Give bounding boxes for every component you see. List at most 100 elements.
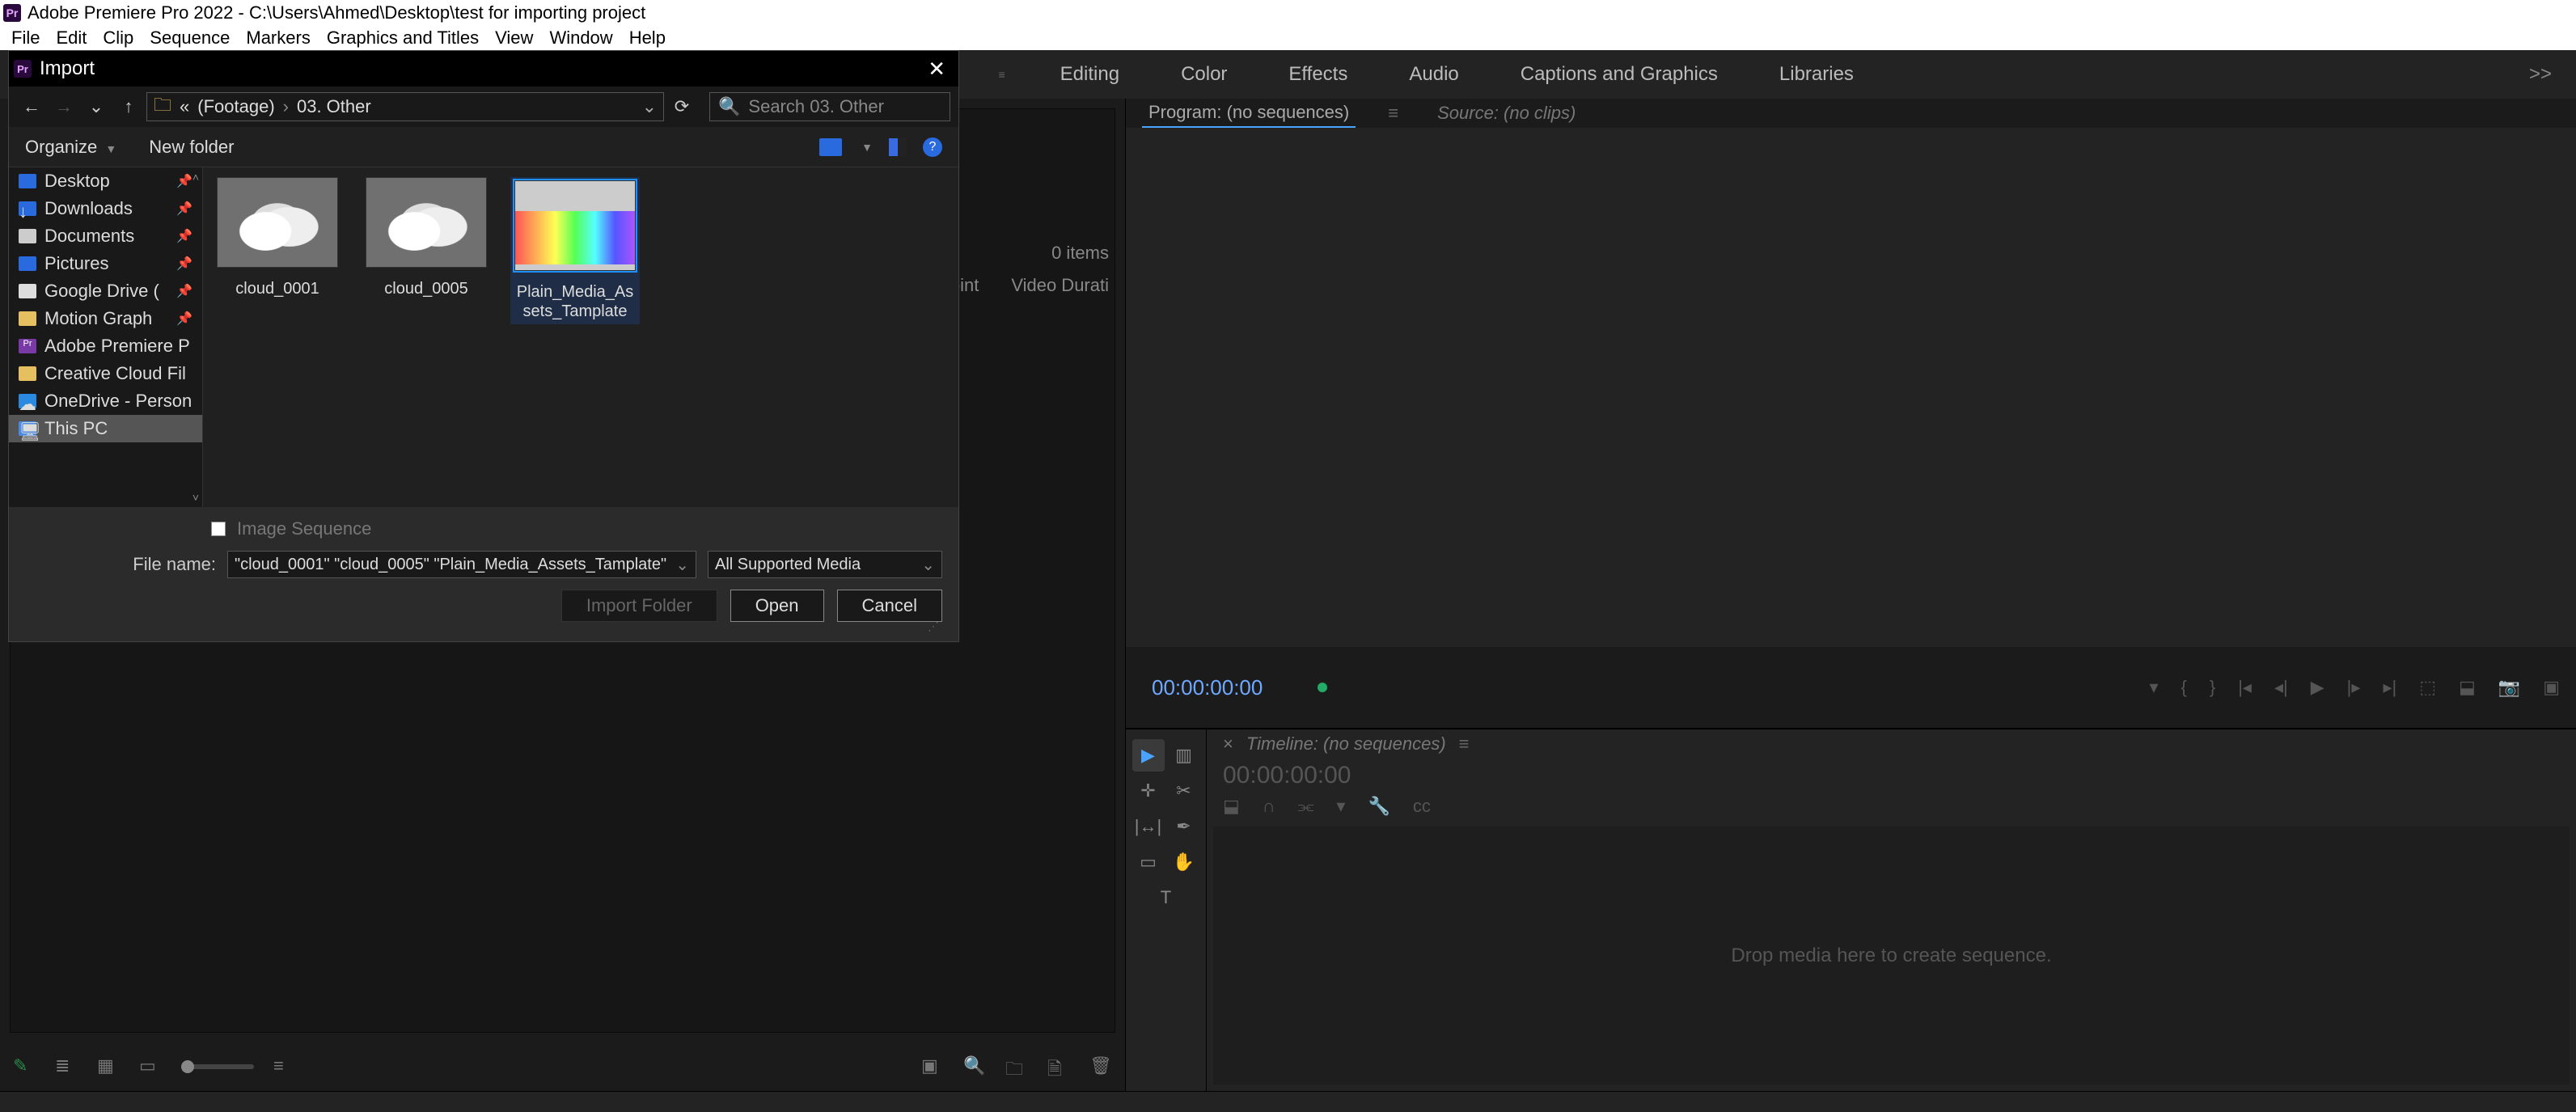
tree-desktop[interactable]: Desktop📌: [9, 167, 202, 195]
ws-overflow-icon[interactable]: >>: [2529, 63, 2552, 86]
open-button[interactable]: Open: [730, 590, 824, 622]
timeline-drop-area[interactable]: Drop media here to create sequence.: [1213, 827, 2570, 1085]
pin-icon[interactable]: 📌: [176, 256, 192, 272]
clear-icon[interactable]: 🗑: [1089, 1055, 1112, 1078]
tree-premiere[interactable]: PrAdobe Premiere P: [9, 332, 202, 360]
folder-tree[interactable]: ˄ Desktop📌 ↓Downloads📌 Documents📌 Pictur…: [9, 167, 203, 507]
find-icon[interactable]: 🔍: [963, 1055, 986, 1078]
linked-selection-icon[interactable]: ⫘: [1298, 796, 1314, 817]
menu-view[interactable]: View: [487, 26, 541, 50]
tree-downloads[interactable]: ↓Downloads📌: [9, 195, 202, 222]
breadcrumb-dropdown-icon[interactable]: ⌄: [642, 96, 657, 117]
tree-onedrive[interactable]: ☁OneDrive - Person: [9, 387, 202, 415]
insert-as-nest-icon[interactable]: ⬓: [1223, 796, 1240, 817]
tree-pictures[interactable]: Pictures📌: [9, 250, 202, 277]
hand-tool-icon[interactable]: ✋: [1168, 846, 1200, 878]
menu-sequence[interactable]: Sequence: [142, 26, 238, 50]
tree-google-drive[interactable]: Google Drive (📌: [9, 277, 202, 305]
menu-clip[interactable]: Clip: [95, 26, 142, 50]
nav-forward-icon[interactable]: →: [49, 92, 78, 121]
ws-audio[interactable]: Audio: [1402, 58, 1465, 91]
monitor-viewport[interactable]: [1126, 128, 2576, 647]
comparison-view-icon[interactable]: ▣: [2543, 677, 2560, 698]
program-tab[interactable]: Program: (no sequences): [1142, 99, 1356, 128]
menu-markers[interactable]: Markers: [238, 26, 318, 50]
rectangle-tool-icon[interactable]: ▭: [1132, 846, 1165, 878]
nav-up-icon[interactable]: ↑: [114, 92, 143, 121]
timeline-tab-menu-icon[interactable]: ≡: [1459, 734, 1470, 755]
menu-edit[interactable]: Edit: [48, 26, 95, 50]
thumbnail-zoom-slider[interactable]: [181, 1064, 254, 1069]
step-forward-icon[interactable]: |▸: [2347, 677, 2361, 698]
breadcrumb-folder[interactable]: (Footage): [197, 96, 274, 117]
pin-icon[interactable]: 📌: [176, 311, 192, 327]
close-timeline-icon[interactable]: ×: [1223, 734, 1233, 755]
cancel-button[interactable]: Cancel: [837, 590, 942, 622]
automate-icon[interactable]: ▣: [921, 1055, 944, 1078]
resize-grip-icon[interactable]: ⋰: [25, 622, 942, 630]
new-bin-icon[interactable]: 🗀: [1005, 1055, 1028, 1078]
tree-this-pc[interactable]: 🖥This PC: [9, 415, 202, 442]
tree-documents[interactable]: Documents📌: [9, 222, 202, 250]
slip-tool-icon[interactable]: |↔|: [1132, 810, 1165, 843]
view-mode-icon[interactable]: [819, 138, 842, 156]
nav-back-icon[interactable]: ←: [17, 92, 46, 121]
breadcrumb-leaf[interactable]: 03. Other: [297, 96, 371, 117]
ws-effects[interactable]: Effects: [1282, 58, 1354, 91]
nav-recent-icon[interactable]: ⌄: [82, 92, 111, 121]
source-tab[interactable]: Source: (no clips): [1431, 99, 1582, 127]
file-type-filter[interactable]: All Supported Media⌄: [708, 551, 942, 578]
program-timecode[interactable]: 00:00:00:00: [1152, 675, 1263, 700]
menu-help[interactable]: Help: [621, 26, 674, 50]
file-thumb[interactable]: Plain_Media_Assets_Tamplate: [510, 177, 640, 324]
file-list[interactable]: cloud_0001 cloud_0005 Plain_Media_Assets…: [203, 167, 958, 507]
extract-icon[interactable]: ⬓: [2459, 677, 2476, 698]
ripple-edit-tool-icon[interactable]: ✛: [1132, 775, 1165, 807]
selection-tool-icon[interactable]: ▶: [1132, 739, 1165, 772]
col-video-duration[interactable]: Video Durati: [1011, 275, 1109, 296]
add-marker-timeline-icon[interactable]: ▾: [1336, 796, 1345, 817]
menu-window[interactable]: Window: [541, 26, 620, 50]
ws-libraries[interactable]: Libraries: [1773, 58, 1860, 91]
new-item-icon[interactable]: ✎: [13, 1055, 36, 1078]
tree-scroll-up-icon[interactable]: ˄: [192, 171, 199, 184]
image-sequence-checkbox[interactable]: [211, 522, 226, 536]
pin-icon[interactable]: 📌: [176, 173, 192, 189]
timeline-tab[interactable]: Timeline: (no sequences): [1246, 734, 1446, 755]
razor-tool-icon[interactable]: ✂: [1168, 775, 1200, 807]
step-back-icon[interactable]: ◂|: [2274, 677, 2288, 698]
pen-tool-icon[interactable]: ✒: [1168, 810, 1200, 843]
play-icon[interactable]: ▶: [2311, 677, 2324, 698]
dialog-close-icon[interactable]: ✕: [920, 53, 954, 85]
menu-graphics[interactable]: Graphics and Titles: [319, 26, 487, 50]
freeform-view-icon[interactable]: ▭: [139, 1055, 162, 1078]
sort-icon[interactable]: ≡: [273, 1055, 296, 1078]
preview-pane-icon[interactable]: [889, 138, 907, 156]
help-icon[interactable]: ?: [923, 137, 942, 157]
icon-view-icon[interactable]: ▦: [97, 1055, 120, 1078]
tree-creative-cloud[interactable]: Creative Cloud Fil: [9, 360, 202, 387]
type-tool-icon[interactable]: T: [1150, 882, 1182, 914]
ws-color[interactable]: Color: [1174, 58, 1233, 91]
import-folder-button[interactable]: Import Folder: [561, 590, 717, 622]
new-item-menu-icon[interactable]: 🗎: [1047, 1055, 1070, 1078]
dialog-titlebar[interactable]: Pr Import ✕: [9, 51, 958, 87]
mark-out-icon[interactable]: }: [2210, 677, 2215, 698]
breadcrumb[interactable]: 🗀 « (Footage) › 03. Other ⌄: [146, 92, 664, 121]
pin-icon[interactable]: 📌: [176, 201, 192, 217]
add-marker-icon[interactable]: ▾: [2149, 677, 2158, 698]
export-frame-icon[interactable]: 📷: [2498, 677, 2520, 698]
tree-motion-graphics[interactable]: Motion Graph📌: [9, 305, 202, 332]
breadcrumb-root-drop-icon[interactable]: «: [180, 96, 189, 117]
search-input[interactable]: 🔍 Search 03. Other: [709, 92, 950, 121]
view-mode-dropdown-icon[interactable]: ▼: [861, 141, 873, 154]
file-thumb[interactable]: cloud_0005: [362, 177, 491, 298]
program-tab-menu-icon[interactable]: ≡: [1388, 103, 1398, 124]
snap-icon[interactable]: ∩: [1263, 796, 1275, 817]
go-to-in-icon[interactable]: |◂: [2238, 677, 2252, 698]
timeline-timecode[interactable]: 00:00:00:00: [1207, 759, 2576, 793]
ws-editing[interactable]: Editing: [1054, 58, 1126, 91]
ws-captions[interactable]: Captions and Graphics: [1514, 58, 1724, 91]
new-folder-button[interactable]: New folder: [149, 137, 234, 158]
track-select-tool-icon[interactable]: ▥: [1168, 739, 1200, 772]
